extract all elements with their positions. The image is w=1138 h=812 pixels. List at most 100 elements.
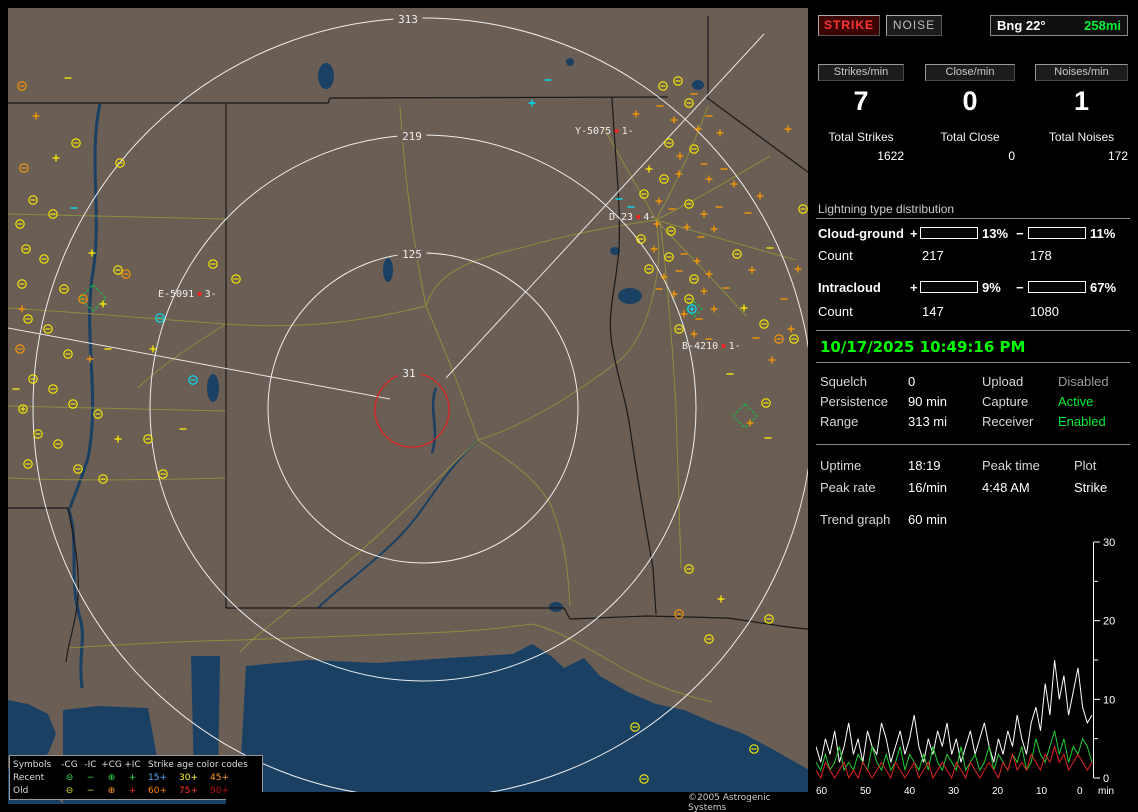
plus-sign: + (910, 226, 918, 241)
legend-cell: -CG (61, 759, 78, 770)
map-legend: Symbols -CG -IC +CG +IC Strike age color code… (9, 755, 263, 800)
persistence-value: 90 min (908, 394, 948, 409)
strikes-per-min-value: 7 (853, 86, 869, 116)
plot-value: Strike (1074, 480, 1108, 495)
legend-cell: Strike age color codes (148, 759, 248, 770)
strikes-column: Strikes/min 7 Total Strikes 1622 (818, 64, 904, 176)
total-close-value: 0 (1008, 149, 1015, 163)
cg-plus-count: 217 (922, 248, 944, 263)
receiver-status: Enabled (1058, 414, 1106, 429)
range-value: 313 mi (908, 414, 948, 429)
upload-status: Disabled (1058, 374, 1109, 389)
close-per-min-value: 0 (962, 86, 978, 116)
cg-minus-pct: 11% (1090, 226, 1116, 241)
svg-text:Y-5075: Y-5075 (575, 126, 611, 137)
trend-y-tick: 10 (1103, 694, 1115, 706)
cg-plus-bar (920, 227, 978, 239)
range-ring-label: 313 (398, 13, 418, 26)
svg-text:3-: 3- (205, 289, 217, 300)
trend-graph: 30 20 10 0 (815, 536, 1130, 785)
noises-column: Noises/min 1 Total Noises 172 (1035, 64, 1128, 176)
station-label: D-23 4- (609, 212, 655, 223)
svg-text:D-23: D-23 (609, 212, 633, 223)
cg-minus-bar (1028, 227, 1086, 239)
legend-age-code: 60+ (148, 785, 167, 796)
range-label: Range (820, 414, 859, 429)
svg-text:1-: 1- (622, 126, 634, 137)
legend-cell: − (86, 785, 95, 796)
legend-age-codes: 15+ 30+ 45+ (143, 772, 259, 784)
legend-cell: − (86, 772, 95, 783)
ic-minus-pct: 67% (1090, 280, 1117, 295)
map-canvas[interactable]: 313 219 125 31 Y-5075 1- D-23 4- E-5091 3- B-4210… (8, 8, 808, 804)
svg-text:B-4210: B-4210 (682, 341, 718, 352)
trend-graph-window: 60 min (908, 512, 948, 527)
legend-age-code: 15+ (148, 772, 167, 783)
persistence-label: Persistence (820, 394, 888, 409)
trend-y-tick: 30 (1103, 537, 1115, 549)
map-bottom-bar: ©2005 Astrogenic Systems (226, 792, 808, 812)
trend-x-tick: 0 (1077, 786, 1083, 797)
distribution-title: Lightning type distribution (818, 202, 955, 216)
settings-row: Persistence 90 min Capture Active (816, 394, 1130, 410)
strikes-per-min-button[interactable]: Strikes/min (818, 64, 904, 81)
station-label: Y-5075 1- (575, 126, 634, 137)
noises-per-min-value: 1 (1073, 86, 1090, 116)
legend-cell: ⊕ (107, 785, 116, 796)
minus-sign: − (1016, 280, 1024, 295)
trend-x-unit: min (1098, 786, 1115, 797)
squelch-label: Squelch (820, 374, 867, 389)
upload-label: Upload (982, 374, 1024, 389)
noises-per-min-button[interactable]: Noises/min (1035, 64, 1128, 81)
current-datetime: 10/17/2025 10:49:16 PM (820, 338, 1026, 356)
range-ring-label: 31 (402, 367, 415, 380)
legend-cell: ⊖ (65, 785, 74, 796)
trend-series-noises (815, 730, 1093, 772)
bearing-display[interactable]: Bng 22° 258mi (990, 15, 1128, 36)
trend-graph-row: Trend graph 60 min (816, 512, 1130, 528)
legend-cell: Symbols (13, 759, 52, 770)
trend-x-tick: 40 (904, 786, 916, 797)
strike-button[interactable]: STRIKE (818, 15, 880, 36)
uptime-value: 18:19 (908, 458, 941, 473)
settings-row: Squelch 0 Upload Disabled (816, 374, 1130, 390)
cg-minus-count: 178 (1030, 248, 1052, 263)
legend-cell: ⊖ (65, 772, 74, 783)
status-panel: STRIKE NOISE Bng 22° 258mi Strikes/min 7… (815, 8, 1130, 804)
receiver-label: Receiver (982, 414, 1034, 429)
noise-button[interactable]: NOISE (886, 15, 942, 36)
legend-cell: + (128, 772, 137, 783)
trend-y-tick: 0 (1103, 773, 1109, 782)
lightning-map[interactable]: 313 219 125 31 Y-5075 1- D-23 4- E-5091 3- B-4210… (8, 8, 808, 812)
trend-x-tick: 30 (948, 786, 960, 797)
performance-row: Peak rate 16/min 4:48 AM Strike (816, 480, 1130, 496)
range-ring-label: 125 (402, 248, 422, 261)
trend-graph-canvas: 30 20 10 0 (815, 537, 1115, 785)
legend-age-code: 45+ (210, 772, 229, 783)
legend-cell: + (128, 785, 137, 796)
trend-x-tick: 50 (860, 786, 872, 797)
trend-y-tick: 20 (1103, 616, 1115, 628)
legend-cell: ⊕ (107, 772, 116, 783)
peak-time-label: Peak time (982, 458, 1040, 473)
legend-age-code: 30+ (179, 772, 198, 783)
trend-graph-label: Trend graph (820, 512, 891, 527)
trend-series-strikes (815, 659, 1093, 763)
capture-label: Capture (982, 394, 1029, 409)
legend-cell: Old (13, 785, 29, 796)
svg-text:1-: 1- (729, 341, 741, 352)
total-noises-value: 172 (1107, 149, 1128, 163)
svg-text:4-: 4- (643, 212, 655, 223)
trend-x-tick: 10 (1036, 786, 1048, 797)
trend-x-tick: 20 (992, 786, 1004, 797)
intracloud-label: Intracloud (818, 280, 881, 295)
plus-sign: + (910, 280, 918, 295)
svg-text:E-5091: E-5091 (158, 289, 194, 300)
total-close-label: Total Close (940, 130, 1000, 144)
station-label: B-4210 1- (682, 341, 741, 352)
close-column: Close/min 0 Total Close 0 (925, 64, 1015, 176)
legend-cell: Recent (13, 772, 45, 783)
trend-x-tick: 60 (816, 786, 828, 797)
close-per-min-button[interactable]: Close/min (925, 64, 1015, 81)
distance-label: 258mi (1084, 18, 1121, 33)
